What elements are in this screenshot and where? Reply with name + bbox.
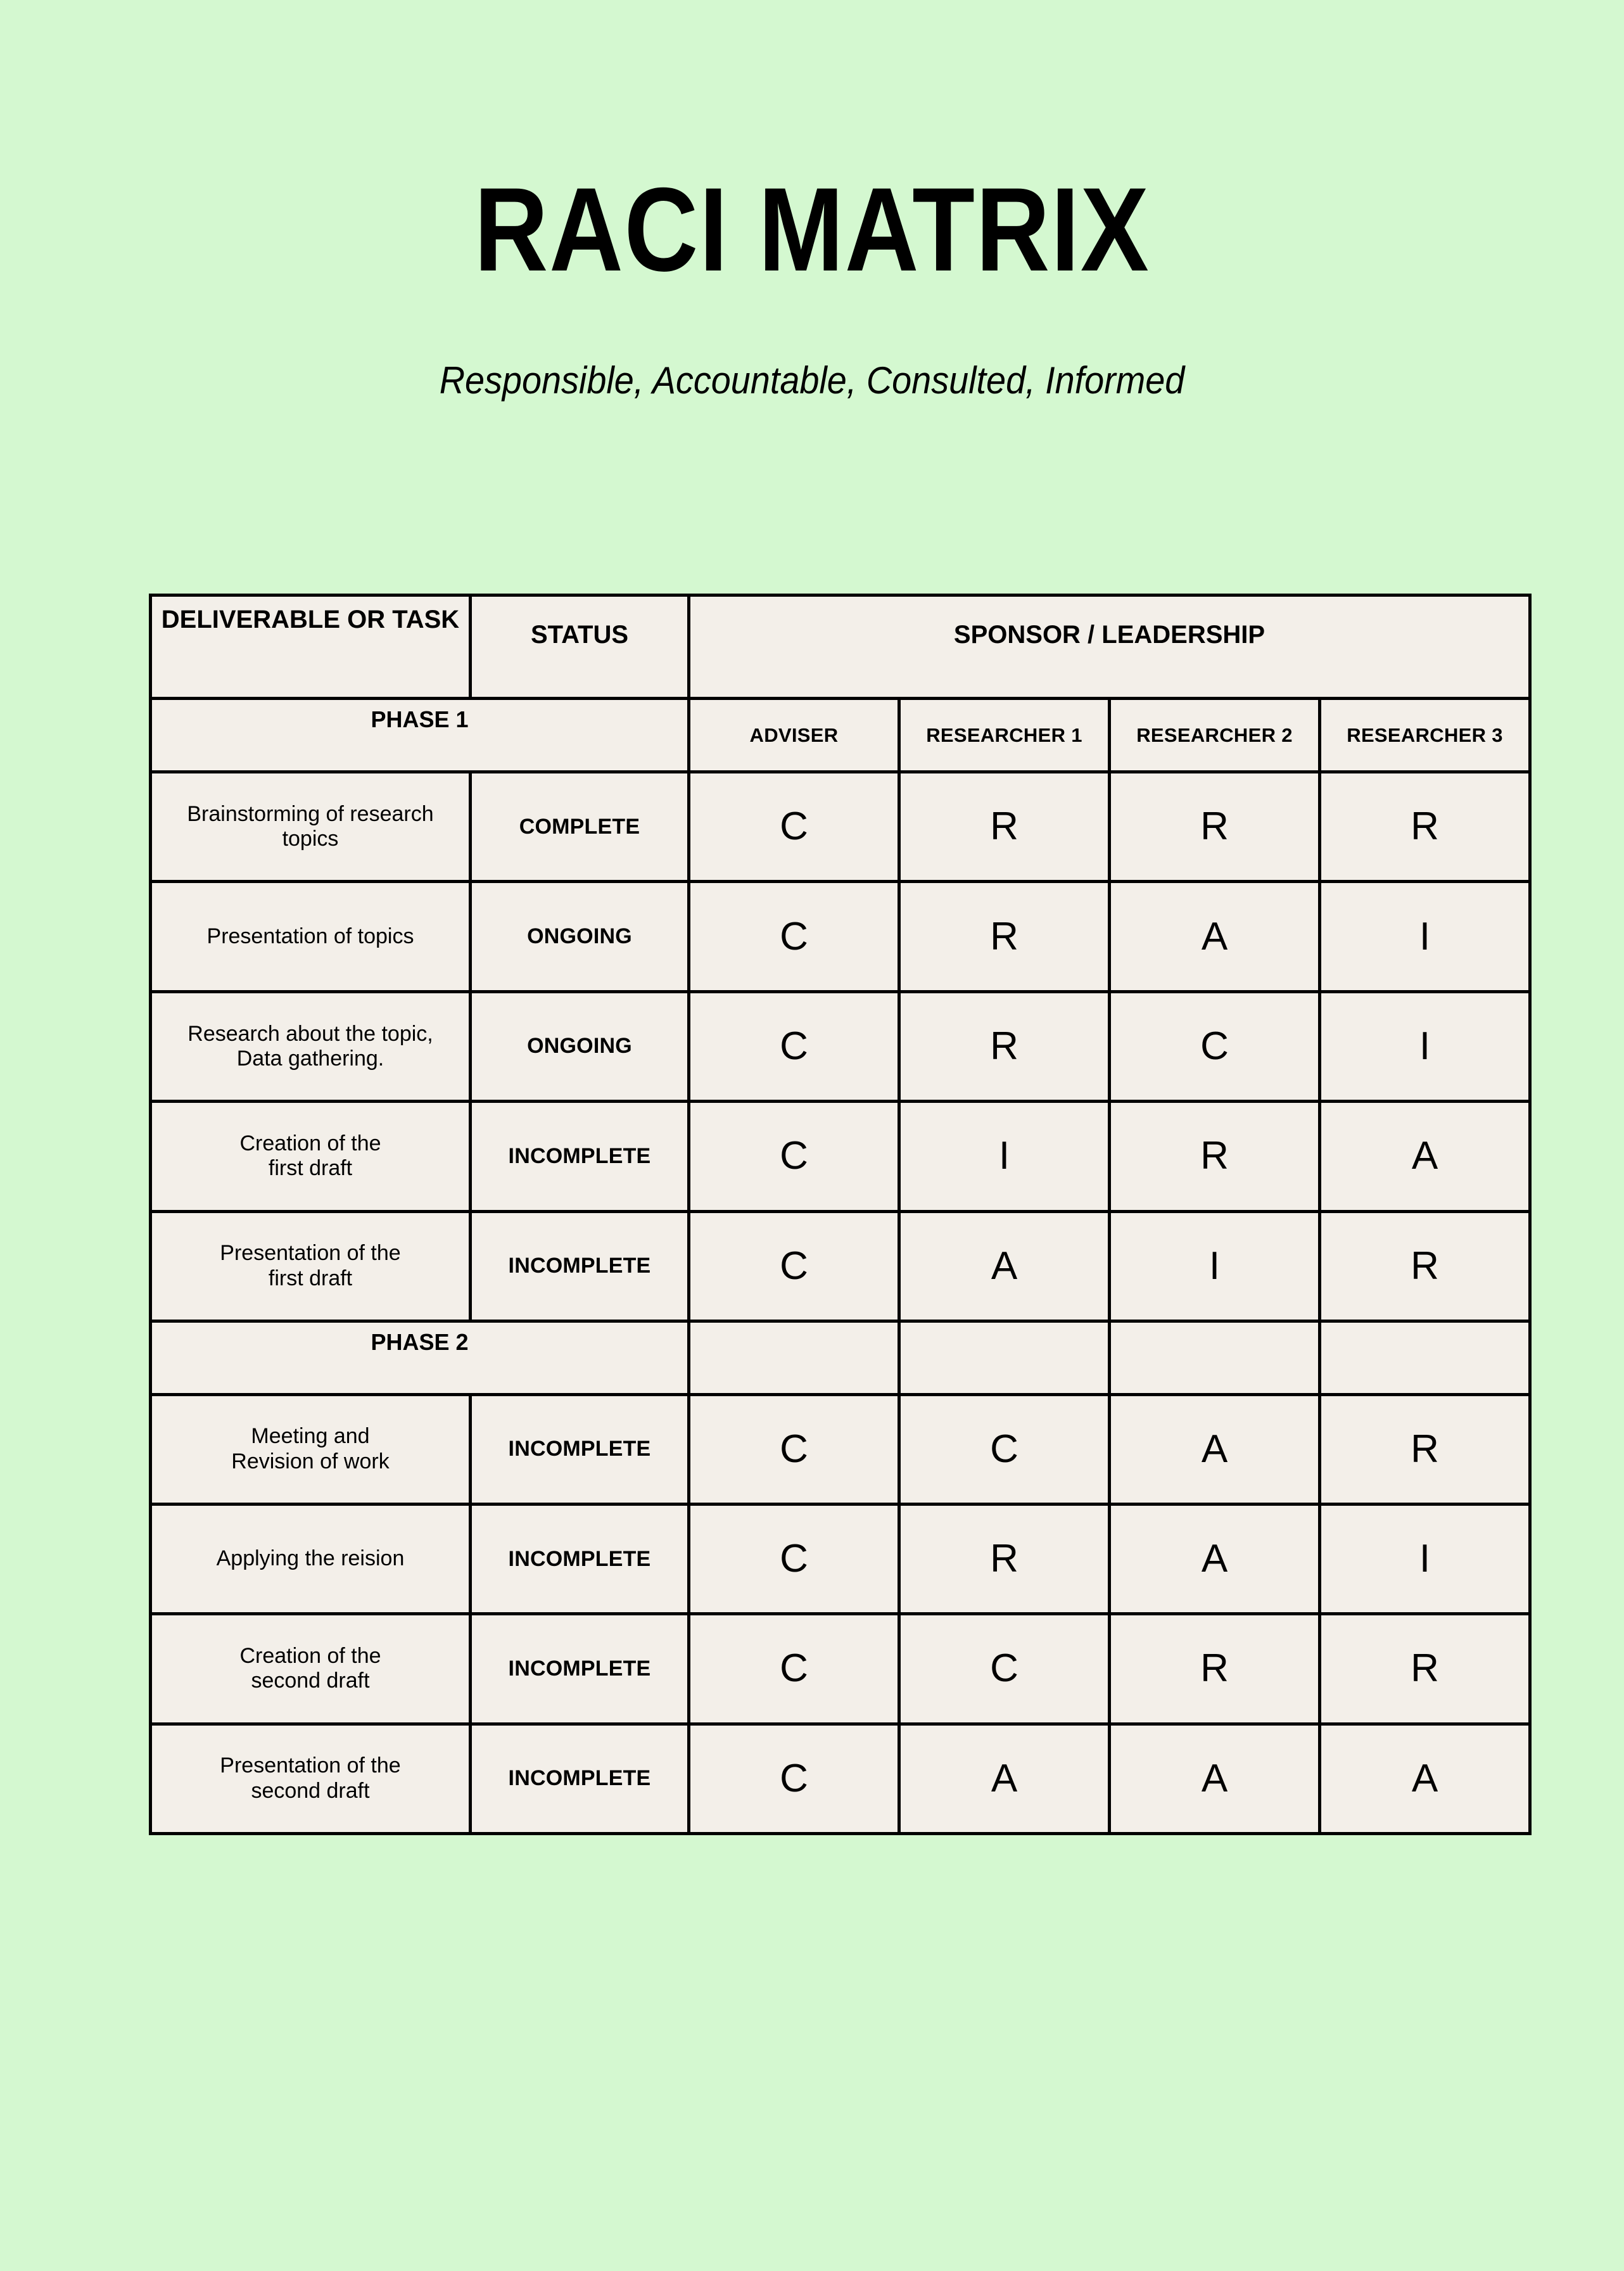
table-row: Creation of the second draft INCOMPLETE C C R… bbox=[152, 1615, 1529, 1722]
raci-cell-role-1: C bbox=[690, 1505, 898, 1613]
raci-cell-role-3: A bbox=[1111, 883, 1318, 990]
raci-cell-role-4: R bbox=[1321, 1396, 1529, 1503]
empty-cell-role-3 bbox=[1111, 1322, 1318, 1393]
status-badge: ONGOING bbox=[472, 993, 687, 1100]
table-row: Applying the reision INCOMPLETE C R A I bbox=[152, 1505, 1529, 1613]
status-badge: INCOMPLETE bbox=[472, 1103, 687, 1210]
empty-cell-role-1 bbox=[690, 1322, 898, 1393]
title-block: RACI MATRIX Responsible, Accountable, Co… bbox=[0, 0, 1624, 402]
task-name-cell: Research about the topic, Data gathering. bbox=[152, 993, 469, 1100]
task-name-cell: Meeting and Revision of work bbox=[152, 1396, 469, 1503]
header-sponsor-leadership: SPONSOR / LEADERSHIP bbox=[690, 597, 1529, 697]
task-name-cell: Creation of the second draft bbox=[152, 1615, 469, 1722]
raci-cell-role-1: C bbox=[690, 883, 898, 990]
phase-separator-row: PHASE 2 bbox=[152, 1322, 1529, 1393]
status-badge: ONGOING bbox=[472, 883, 687, 990]
raci-cell-role-2: I bbox=[901, 1103, 1108, 1210]
raci-cell-role-2: A bbox=[901, 1725, 1108, 1832]
raci-cell-role-4: I bbox=[1321, 993, 1529, 1100]
raci-cell-role-2: R bbox=[901, 773, 1108, 881]
raci-cell-role-4: A bbox=[1321, 1725, 1529, 1832]
raci-cell-role-2: R bbox=[901, 1505, 1108, 1613]
table-row: Presentation of topics ONGOING C R A I bbox=[152, 883, 1529, 990]
task-name-cell: Presentation of the second draft bbox=[152, 1725, 469, 1832]
raci-cell-role-4: R bbox=[1321, 1615, 1529, 1722]
table-row: Creation of the first draft INCOMPLETE C I R A bbox=[152, 1103, 1529, 1210]
page-title: RACI MATRIX bbox=[474, 163, 1150, 296]
status-badge: INCOMPLETE bbox=[472, 1212, 687, 1320]
table-row: Presentation of the first draft INCOMPLETE… bbox=[152, 1212, 1529, 1320]
phase-label-1: PHASE 1 bbox=[152, 700, 687, 771]
header-role-2: RESEARCHER 1 bbox=[901, 700, 1108, 771]
header-row-roles: PHASE 1 ADVISER RESEARCHER 1 RESEARCHER 2 RE… bbox=[152, 700, 1529, 771]
status-badge: INCOMPLETE bbox=[472, 1615, 687, 1722]
raci-cell-role-4: R bbox=[1321, 773, 1529, 881]
page-subtitle: Responsible, Accountable, Consulted, Inf… bbox=[439, 359, 1185, 402]
header-role-1: ADVISER bbox=[690, 700, 898, 771]
raci-cell-role-2: R bbox=[901, 883, 1108, 990]
phase-label-2: PHASE 2 bbox=[152, 1322, 687, 1393]
task-name-cell: Applying the reision bbox=[152, 1505, 469, 1613]
raci-cell-role-1: C bbox=[690, 1615, 898, 1722]
raci-cell-role-2: A bbox=[901, 1212, 1108, 1320]
header-role-4: RESEARCHER 3 bbox=[1321, 700, 1529, 771]
header-status: STATUS bbox=[472, 597, 687, 697]
raci-cell-role-2: C bbox=[901, 1615, 1108, 1722]
raci-cell-role-3: R bbox=[1111, 1103, 1318, 1210]
raci-cell-role-1: C bbox=[690, 1396, 898, 1503]
header-role-3: RESEARCHER 2 bbox=[1111, 700, 1318, 771]
raci-cell-role-4: R bbox=[1321, 1212, 1529, 1320]
raci-matrix-container: DELIVERABLE OR TASK STATUS SPONSOR / LEADE… bbox=[149, 594, 1532, 1835]
raci-cell-role-3: R bbox=[1111, 773, 1318, 881]
status-badge: INCOMPLETE bbox=[472, 1725, 687, 1832]
raci-cell-role-1: C bbox=[690, 773, 898, 881]
task-name-cell: Presentation of the first draft bbox=[152, 1212, 469, 1320]
status-badge: COMPLETE bbox=[472, 773, 687, 881]
raci-cell-role-3: R bbox=[1111, 1615, 1318, 1722]
table-row: Meeting and Revision of work INCOMPLETE C C A… bbox=[152, 1396, 1529, 1503]
status-badge: INCOMPLETE bbox=[472, 1505, 687, 1613]
header-deliverable-or-task: DELIVERABLE OR TASK bbox=[152, 597, 469, 697]
raci-cell-role-1: C bbox=[690, 1103, 898, 1210]
raci-cell-role-1: C bbox=[690, 993, 898, 1100]
empty-cell-role-4 bbox=[1321, 1322, 1529, 1393]
raci-cell-role-4: A bbox=[1321, 1103, 1529, 1210]
raci-cell-role-3: C bbox=[1111, 993, 1318, 1100]
header-row-main: DELIVERABLE OR TASK STATUS SPONSOR / LEADE… bbox=[152, 597, 1529, 697]
raci-cell-role-4: I bbox=[1321, 883, 1529, 990]
raci-cell-role-1: C bbox=[690, 1725, 898, 1832]
task-name-cell: Creation of the first draft bbox=[152, 1103, 469, 1210]
raci-cell-role-3: A bbox=[1111, 1396, 1318, 1503]
raci-cell-role-3: A bbox=[1111, 1505, 1318, 1613]
table-row: Brainstorming of research topics COMPLETE C… bbox=[152, 773, 1529, 881]
task-name-cell: Presentation of topics bbox=[152, 883, 469, 990]
raci-cell-role-2: C bbox=[901, 1396, 1108, 1503]
raci-cell-role-4: I bbox=[1321, 1505, 1529, 1613]
status-badge: INCOMPLETE bbox=[472, 1396, 687, 1503]
table-row: Research about the topic, Data gathering.… bbox=[152, 993, 1529, 1100]
raci-cell-role-3: A bbox=[1111, 1725, 1318, 1832]
raci-cell-role-2: R bbox=[901, 993, 1108, 1100]
task-name-cell: Brainstorming of research topics bbox=[152, 773, 469, 881]
raci-cell-role-3: I bbox=[1111, 1212, 1318, 1320]
raci-cell-role-1: C bbox=[690, 1212, 898, 1320]
empty-cell-role-2 bbox=[901, 1322, 1108, 1393]
raci-matrix-table: DELIVERABLE OR TASK STATUS SPONSOR / LEADE… bbox=[149, 594, 1532, 1835]
table-row: Presentation of the second draft INCOMPLET… bbox=[152, 1725, 1529, 1832]
